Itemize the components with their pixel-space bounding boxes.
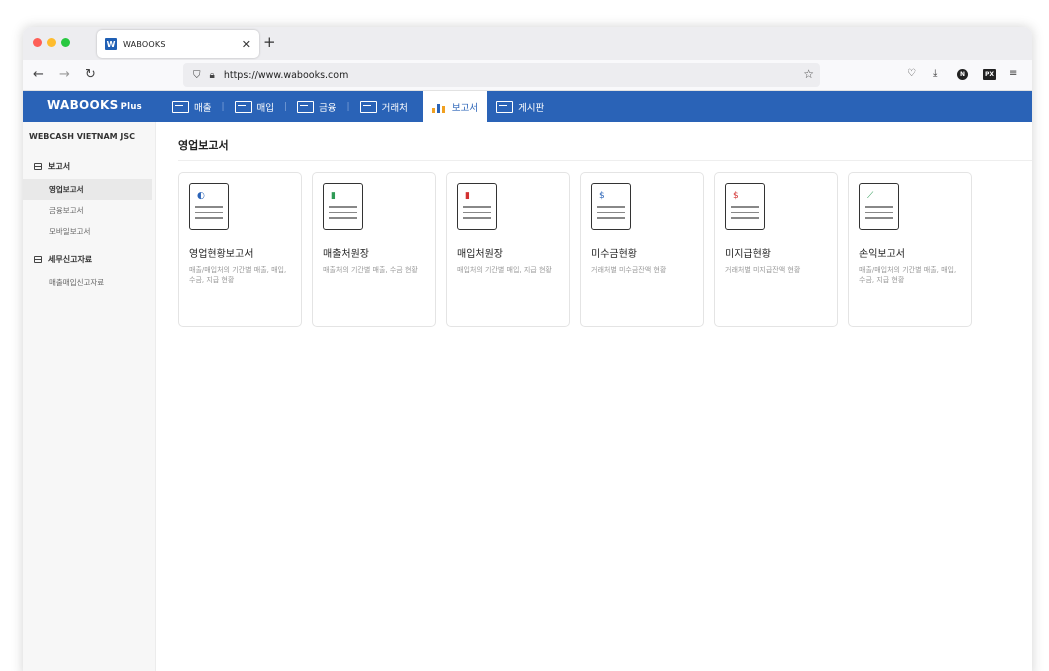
- report-document-icon: ▮: [323, 183, 363, 230]
- tab-title: WABOOKS: [123, 39, 166, 49]
- client-icon: [359, 100, 377, 113]
- reload-icon[interactable]: ↻: [85, 67, 96, 82]
- shield-icon[interactable]: ⛉: [193, 70, 201, 81]
- report-document-icon: ⟋: [859, 183, 899, 230]
- report-document-icon: $: [591, 183, 631, 230]
- report-card-sales-status[interactable]: ◐ 영업현황보고서 매출/매입처의 기간별 매출, 매입, 수금, 지급 현황: [178, 172, 302, 327]
- report-document-icon: ▮: [457, 183, 497, 230]
- brand-name: WABOOKS: [47, 98, 119, 112]
- card-title: 영업현황보고서: [189, 249, 254, 260]
- menu-item-report[interactable]: 보고서: [422, 91, 488, 122]
- address-bar[interactable]: ⛉ 🔒︎ https://www.wabooks.com ☆: [183, 63, 820, 87]
- wabooks-favicon-icon: W: [105, 38, 117, 50]
- bar-chart-icon: ▮: [331, 191, 336, 201]
- pocket-icon[interactable]: ♡: [907, 68, 916, 79]
- menu-item-purchase[interactable]: 매입: [226, 91, 283, 122]
- company-name: WEBCASH VIETNAM JSC: [29, 132, 136, 141]
- menu-item-sales[interactable]: 매출: [163, 91, 220, 122]
- menu-icon[interactable]: ≡: [1009, 68, 1017, 79]
- board-icon: [496, 100, 514, 113]
- card-title: 손익보고서: [859, 249, 905, 260]
- sidebar-section-tax[interactable]: 세무신고자료: [23, 254, 155, 265]
- browser-tab[interactable]: W WABOOKS ✕: [97, 30, 259, 58]
- report-card-payables[interactable]: $ 미지급현황 거래처별 미지급잔액 현황: [714, 172, 838, 327]
- finance-icon: [297, 100, 315, 113]
- menu-label: 게시판: [518, 102, 545, 114]
- menu-label: 보고서: [451, 102, 479, 114]
- main-menu: 매출 | 매입 | 금융 | 거래처 보고서 게시판: [163, 91, 553, 122]
- bookmark-star-icon[interactable]: ☆: [803, 67, 814, 81]
- card-title: 매입처원장: [457, 249, 503, 260]
- brand-suffix: Plus: [120, 102, 143, 112]
- tab-strip: W WABOOKS ✕ +: [23, 27, 1032, 60]
- card-title: 미지급현황: [725, 249, 771, 260]
- page-title: 영업보고서: [178, 139, 229, 152]
- zoom-window-button[interactable]: [61, 38, 70, 47]
- browser-window: W WABOOKS ✕ + ← → ↻ ⛉ 🔒︎ https://www.wab…: [23, 27, 1032, 671]
- dollar-icon: $: [599, 191, 605, 201]
- report-card-profit-loss[interactable]: ⟋ 손익보고서 매출/매입처의 기간별 매출, 매입, 수금, 지급 현황: [848, 172, 972, 327]
- card-description: 매출/매입처의 기간별 매출, 매입, 수금, 지급 현황: [189, 266, 287, 284]
- card-description: 매출/매입처의 기간별 매출, 매입, 수금, 지급 현황: [859, 266, 957, 284]
- sidebar-section-reports[interactable]: 보고서: [23, 161, 155, 172]
- card-title: 매출처원장: [323, 249, 369, 260]
- forward-arrow-icon[interactable]: →: [59, 67, 70, 82]
- main-content: 영업보고서 ◐ 영업현황보고서 매출/매입처의 기간별 매출, 매입, 수금, …: [157, 122, 1032, 671]
- navigation-bar: ← → ↻ ⛉ 🔒︎ https://www.wabooks.com ☆ ♡ ⤓…: [23, 60, 1032, 91]
- report-card-purchase-ledger[interactable]: ▮ 매입처원장 매입처의 기간별 매입, 지급 현황: [446, 172, 570, 327]
- sales-icon: [172, 100, 189, 113]
- back-arrow-icon[interactable]: ←: [33, 67, 44, 82]
- report-document-icon: ◐: [189, 183, 229, 230]
- sidebar-item-sales-report[interactable]: 영업보고서: [23, 179, 152, 200]
- minimize-window-button[interactable]: [47, 38, 56, 47]
- purchase-icon: [234, 100, 252, 113]
- lock-icon[interactable]: 🔒︎: [210, 70, 215, 81]
- dollar-icon: $: [733, 191, 739, 201]
- card-description: 거래처별 미지급잔액 현황: [725, 266, 801, 274]
- menu-label: 매출: [194, 102, 212, 114]
- url-text[interactable]: https://www.wabooks.com: [224, 70, 349, 81]
- extension-n-icon[interactable]: N: [957, 69, 968, 80]
- report-card-receivables[interactable]: $ 미수금현황 거래처별 미수금잔액 현황: [580, 172, 704, 327]
- card-description: 매출처의 기간별 매출, 수금 현황: [323, 266, 418, 274]
- close-window-button[interactable]: [33, 38, 42, 47]
- folder-icon: [34, 163, 42, 170]
- menu-label: 매입: [256, 102, 275, 114]
- section-label: 세무신고자료: [48, 255, 93, 264]
- sidebar-item-finance-report[interactable]: 금융보고서: [23, 200, 155, 221]
- bar-chart-icon: ▮: [465, 191, 470, 201]
- new-tab-button[interactable]: +: [263, 33, 276, 51]
- menu-label: 금융: [319, 102, 337, 114]
- sidebar-item-tax-filing[interactable]: 매출매입신고자료: [23, 272, 155, 293]
- brand-logo[interactable]: WABOOKS Plus: [47, 98, 142, 112]
- app-navigation: WABOOKS Plus 매출 | 매입 | 금융 | 거래처 보고서 게시판: [23, 91, 1032, 122]
- report-icon: [431, 101, 447, 113]
- pie-chart-icon: ◐: [197, 191, 205, 201]
- sidebar: WEBCASH VIETNAM JSC 보고서 영업보고서 금융보고서 모바일보…: [23, 122, 156, 671]
- line-chart-icon: ⟋: [867, 191, 874, 201]
- menu-item-finance[interactable]: 금융: [288, 91, 345, 122]
- report-card-sales-ledger[interactable]: ▮ 매출처원장 매출처의 기간별 매출, 수금 현황: [312, 172, 436, 327]
- menu-item-client[interactable]: 거래처: [351, 91, 417, 122]
- card-description: 거래처별 미수금잔액 현황: [591, 266, 667, 274]
- card-title: 미수금현황: [591, 249, 637, 260]
- card-description: 매입처의 기간별 매입, 지급 현황: [457, 266, 552, 274]
- report-document-icon: $: [725, 183, 765, 230]
- menu-item-board[interactable]: 게시판: [487, 91, 553, 122]
- download-icon[interactable]: ⤓: [933, 68, 937, 79]
- section-label: 보고서: [48, 162, 71, 171]
- report-cards: ◐ 영업현황보고서 매출/매입처의 기간별 매출, 매입, 수금, 지급 현황 …: [178, 172, 972, 327]
- sidebar-item-mobile-report[interactable]: 모바일보고서: [23, 221, 155, 242]
- folder-icon: [34, 256, 42, 263]
- divider: [178, 160, 1032, 161]
- extension-px-icon[interactable]: PX: [983, 69, 996, 80]
- close-tab-icon[interactable]: ✕: [242, 38, 251, 51]
- menu-label: 거래처: [381, 102, 408, 114]
